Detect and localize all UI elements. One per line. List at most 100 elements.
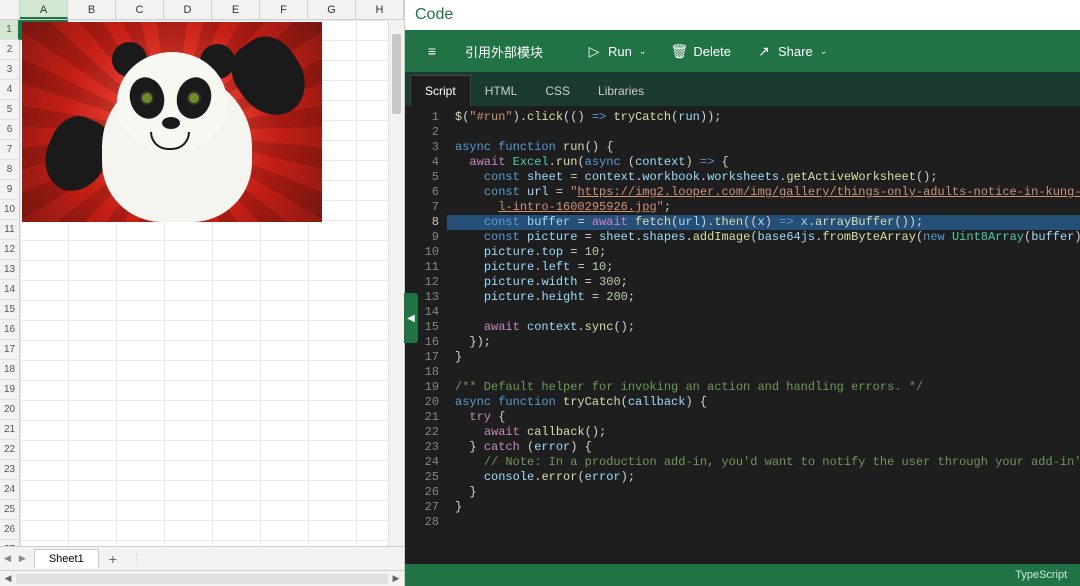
code-line[interactable]: try {: [447, 410, 1080, 425]
row-header[interactable]: 8: [0, 160, 20, 180]
add-sheet-button[interactable]: +: [99, 551, 127, 567]
row-header[interactable]: 26: [0, 520, 20, 540]
row-header[interactable]: 14: [0, 280, 20, 300]
editor-tab[interactable]: Libraries: [584, 76, 658, 106]
code-line[interactable]: // Note: In a production add-in, you'd w…: [447, 455, 1080, 470]
code-pane-title: Code: [415, 6, 453, 24]
tab-nav-next-icon[interactable]: ▶: [15, 553, 30, 564]
row-header[interactable]: 11: [0, 220, 20, 240]
code-content[interactable]: $("#run").click(() => tryCatch(run)); asy…: [447, 106, 1080, 564]
pane-collapse-button[interactable]: ◀: [404, 293, 418, 343]
code-line[interactable]: console.error(error);: [447, 470, 1080, 485]
row-header[interactable]: 9: [0, 180, 20, 200]
vertical-scrollbar[interactable]: [388, 20, 404, 546]
chevron-down-icon: ⌄: [639, 46, 647, 57]
horizontal-scrollbar[interactable]: ◀▶: [0, 570, 404, 586]
row-header[interactable]: 24: [0, 480, 20, 500]
code-line[interactable]: [447, 125, 1080, 140]
code-line[interactable]: async function run() {: [447, 140, 1080, 155]
chevron-down-icon: ⌄: [820, 46, 828, 57]
row-header[interactable]: 18: [0, 360, 20, 380]
row-header[interactable]: 4: [0, 80, 20, 100]
column-header[interactable]: E: [212, 0, 260, 19]
code-line[interactable]: const picture = sheet.shapes.addImage(ba…: [447, 230, 1080, 245]
select-all-corner[interactable]: [0, 0, 20, 19]
code-line[interactable]: }: [447, 485, 1080, 500]
row-header[interactable]: 15: [0, 300, 20, 320]
sheet-tab-active[interactable]: Sheet1: [34, 549, 99, 568]
editor-tab[interactable]: Script: [410, 75, 471, 106]
row-header[interactable]: 13: [0, 260, 20, 280]
code-addin-pane: ◀ Code ▾ ✕ ≡ 引用外部模块 ▷ Run ⌄ 🗑 Delete ↗ S…: [405, 0, 1080, 586]
row-header[interactable]: 7: [0, 140, 20, 160]
cells-area[interactable]: [20, 20, 404, 546]
code-title-bar: Code ▾ ✕: [405, 0, 1080, 30]
code-line[interactable]: /** Default helper for invoking an actio…: [447, 380, 1080, 395]
inserted-image[interactable]: [22, 22, 322, 222]
hamburger-icon: ≡: [423, 43, 441, 59]
row-header[interactable]: 1: [0, 20, 20, 40]
row-header[interactable]: 21: [0, 420, 20, 440]
share-icon: ↗: [755, 43, 773, 60]
code-line[interactable]: picture.width = 300;: [447, 275, 1080, 290]
code-line[interactable]: picture.top = 10;: [447, 245, 1080, 260]
code-line[interactable]: l-intro-1600295926.jpg";: [447, 200, 1080, 215]
sheet-tab-bar: ◀ ▶ Sheet1 + ⋮: [0, 546, 404, 570]
row-header[interactable]: 10: [0, 200, 20, 220]
column-header[interactable]: F: [260, 0, 308, 19]
editor-tab[interactable]: HTML: [471, 76, 532, 106]
code-line[interactable]: picture.left = 10;: [447, 260, 1080, 275]
row-header[interactable]: 5: [0, 100, 20, 120]
delete-button[interactable]: 🗑 Delete: [662, 39, 739, 64]
row-header[interactable]: 23: [0, 460, 20, 480]
column-header[interactable]: C: [116, 0, 164, 19]
tab-nav-prev-icon[interactable]: ◀: [0, 553, 15, 564]
code-line[interactable]: } catch (error) {: [447, 440, 1080, 455]
trash-icon: 🗑: [670, 43, 688, 60]
code-line[interactable]: [447, 305, 1080, 320]
row-header[interactable]: 22: [0, 440, 20, 460]
row-header[interactable]: 19: [0, 380, 20, 400]
code-line[interactable]: await Excel.run(async (context) => {: [447, 155, 1080, 170]
code-line[interactable]: picture.height = 200;: [447, 290, 1080, 305]
column-header[interactable]: H: [356, 0, 404, 19]
code-line[interactable]: [447, 515, 1080, 530]
row-header[interactable]: 12: [0, 240, 20, 260]
row-header[interactable]: 3: [0, 60, 20, 80]
code-line[interactable]: }: [447, 350, 1080, 365]
row-header[interactable]: 2: [0, 40, 20, 60]
row-header[interactable]: 20: [0, 400, 20, 420]
hamburger-menu-button[interactable]: ≡: [415, 39, 449, 63]
code-line[interactable]: const url = "https://img2.looper.com/img…: [447, 185, 1080, 200]
code-editor[interactable]: 1234567891011121314151617181920212223242…: [405, 106, 1080, 564]
row-headers: 1234567891011121314151617181920212223242…: [0, 20, 20, 546]
row-header[interactable]: 25: [0, 500, 20, 520]
row-header[interactable]: 6: [0, 120, 20, 140]
code-line[interactable]: });: [447, 335, 1080, 350]
run-button[interactable]: ▷ Run ⌄: [577, 39, 654, 64]
column-header[interactable]: D: [164, 0, 212, 19]
column-header[interactable]: B: [68, 0, 116, 19]
code-line[interactable]: [447, 365, 1080, 380]
module-name-text: 引用外部模块: [465, 42, 543, 61]
code-line[interactable]: async function tryCatch(callback) {: [447, 395, 1080, 410]
column-header[interactable]: G: [308, 0, 356, 19]
code-line[interactable]: const sheet = context.workbook.worksheet…: [447, 170, 1080, 185]
code-line[interactable]: await callback();: [447, 425, 1080, 440]
run-label: Run: [608, 44, 632, 59]
code-line[interactable]: await context.sync();: [447, 320, 1080, 335]
code-line[interactable]: }: [447, 500, 1080, 515]
row-header[interactable]: 16: [0, 320, 20, 340]
row-header[interactable]: 17: [0, 340, 20, 360]
row-header[interactable]: 27: [0, 540, 20, 546]
editor-tab-bar: ScriptHTMLCSSLibraries: [405, 72, 1080, 106]
module-name-label[interactable]: 引用外部模块: [457, 38, 551, 65]
delete-label: Delete: [693, 44, 731, 59]
code-line[interactable]: $("#run").click(() => tryCatch(run));: [447, 110, 1080, 125]
editor-tab[interactable]: CSS: [531, 76, 584, 106]
share-button[interactable]: ↗ Share ⌄: [747, 39, 835, 64]
code-toolbar: ≡ 引用外部模块 ▷ Run ⌄ 🗑 Delete ↗ Share ⌄ ⌄: [405, 30, 1080, 72]
code-line[interactable]: const buffer = await fetch(url).then((x)…: [447, 215, 1080, 230]
column-header[interactable]: A: [20, 0, 68, 19]
status-language[interactable]: TypeScript: [1015, 569, 1067, 581]
